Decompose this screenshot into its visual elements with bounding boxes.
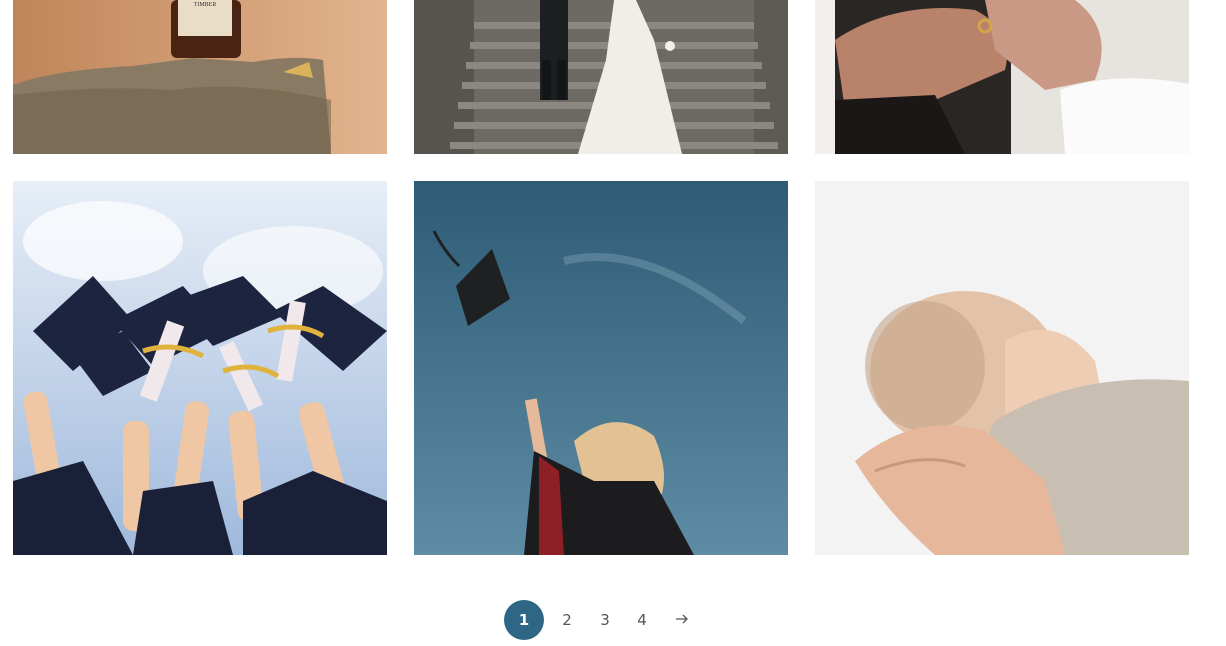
bottle-label-text: TIMBER <box>194 2 217 8</box>
gallery-image-newborn-baby[interactable] <box>815 181 1189 555</box>
pagination: 1 2 3 4 <box>0 600 1226 640</box>
page-4-link[interactable]: 4 <box>632 600 652 640</box>
gallery-image-graduate-toss[interactable] <box>414 181 788 555</box>
next-page-button[interactable] <box>671 600 693 640</box>
newborn-baby-image <box>815 181 1189 555</box>
gallery-image-wedding-couple[interactable] <box>414 0 788 154</box>
arrow-right-icon <box>676 614 688 624</box>
image-gallery: TIMBER <box>0 0 1226 560</box>
gallery-image-wedding-ring-hands[interactable] <box>815 0 1189 154</box>
gallery-image-graduation-caps[interactable] <box>13 181 387 555</box>
graduate-toss-image <box>414 181 788 555</box>
graduation-caps-image <box>13 181 387 555</box>
serum-bottle-image: TIMBER <box>13 0 387 154</box>
gallery-image-serum-bottle[interactable]: TIMBER <box>13 0 387 154</box>
page-3-link[interactable]: 3 <box>595 600 615 640</box>
page-2-link[interactable]: 2 <box>557 600 577 640</box>
wedding-ring-hands-image <box>815 0 1189 154</box>
page-1-current[interactable]: 1 <box>504 600 544 640</box>
wedding-couple-image <box>414 0 788 154</box>
